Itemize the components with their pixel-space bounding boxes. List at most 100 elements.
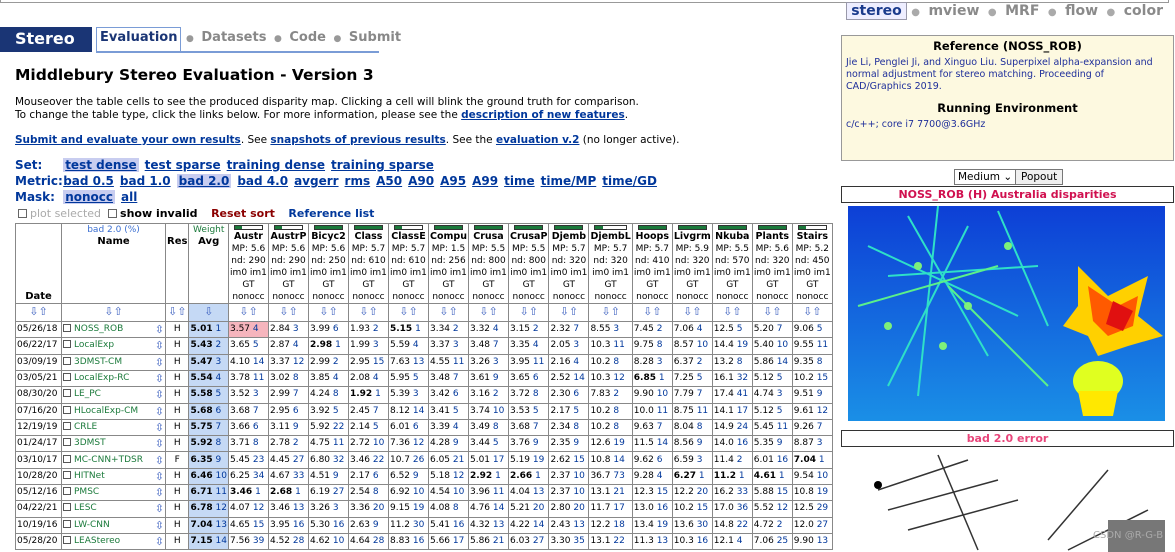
result-cell[interactable]: 3.99 6 bbox=[307, 321, 349, 339]
result-cell[interactable]: 2.99 2 bbox=[307, 353, 349, 371]
result-cell[interactable]: 9.63 7 bbox=[631, 418, 673, 437]
result-cell[interactable]: 3.35 4 bbox=[507, 337, 550, 355]
result-cell[interactable]: 3.46 1 bbox=[227, 484, 269, 502]
row-name[interactable]: HITNet ⇳ bbox=[61, 467, 166, 486]
sort-arrow-icon[interactable]: ⇩⇧ bbox=[671, 302, 713, 323]
col-stairs[interactable]: Stairs MP: 5.2 nd: 450 im0 im1 GT nonocc bbox=[791, 223, 833, 304]
result-cell[interactable]: 7.06 4 bbox=[671, 321, 713, 339]
brand-logo[interactable]: Stereo bbox=[0, 27, 92, 52]
table-row[interactable]: 10/28/20 HITNet ⇳ H 6.46 10 6.25 34 4.67 33 4.5… bbox=[15, 467, 833, 486]
row-name[interactable]: 3DMST ⇳ bbox=[61, 435, 166, 453]
result-cell[interactable]: 2.84 3 bbox=[267, 321, 309, 339]
result-cell[interactable]: 17.0 36 bbox=[711, 500, 753, 518]
result-cell[interactable]: 11.2 1 bbox=[711, 467, 753, 486]
row-checkbox[interactable] bbox=[63, 373, 71, 382]
result-cell[interactable]: 2.35 9 bbox=[548, 435, 590, 453]
tab-datasets[interactable]: Datasets bbox=[198, 30, 269, 45]
result-cell[interactable]: 3.34 2 bbox=[427, 321, 469, 339]
metric-bad10[interactable]: bad 1.0 bbox=[120, 174, 171, 188]
result-cell[interactable]: 2.80 20 bbox=[548, 500, 590, 518]
row-checkbox[interactable] bbox=[63, 454, 71, 463]
result-cell[interactable]: 3.76 9 bbox=[507, 435, 550, 453]
result-cell[interactable]: 3.11 9 bbox=[267, 418, 309, 437]
result-cell[interactable]: 6.03 27 bbox=[507, 532, 550, 551]
result-cell[interactable]: 7.36 12 bbox=[387, 435, 429, 453]
sort-arrow-icon[interactable]: ⇩⇧ bbox=[751, 302, 793, 323]
result-cell[interactable]: 9.55 11 bbox=[791, 337, 833, 355]
result-cell[interactable]: 4.04 13 bbox=[507, 484, 550, 502]
table-row[interactable]: 06/22/17 LocalExp ⇳ H 5.43 2 3.65 5 2.87 4 2.98… bbox=[15, 337, 833, 355]
result-cell[interactable]: 9.90 10 bbox=[631, 386, 673, 404]
row-name[interactable]: 3DMST-CM ⇳ bbox=[61, 353, 166, 371]
result-cell[interactable]: 4.08 8 bbox=[427, 500, 469, 518]
result-cell[interactable]: 6.27 1 bbox=[671, 467, 713, 486]
result-cell[interactable]: 13.4 19 bbox=[631, 516, 673, 534]
metric-rms[interactable]: rms bbox=[345, 174, 371, 188]
result-cell[interactable]: 6.01 6 bbox=[387, 418, 429, 437]
row-checkbox[interactable] bbox=[63, 536, 71, 545]
result-cell[interactable]: 3.53 5 bbox=[507, 402, 550, 420]
result-cell[interactable]: 9.75 8 bbox=[631, 337, 673, 355]
result-cell[interactable]: 5.52 12 bbox=[751, 500, 793, 518]
result-cell[interactable]: 2.37 10 bbox=[548, 484, 590, 502]
col-djembl[interactable]: DjembL MP: 5.7 nd: 320 im0 im1 GT nonocc bbox=[588, 223, 633, 304]
result-cell[interactable]: 5.01 17 bbox=[467, 451, 509, 469]
result-cell[interactable]: 6.01 16 bbox=[751, 451, 793, 469]
result-cell[interactable]: 4.65 15 bbox=[227, 516, 269, 534]
result-cell[interactable]: 3.32 4 bbox=[467, 321, 509, 339]
table-row[interactable]: 08/30/20 LE_PC ⇳ H 5.58 5 3.52 3 2.99 7 4.24 81… bbox=[15, 386, 833, 404]
result-cell[interactable]: 11.7 17 bbox=[588, 500, 633, 518]
result-cell[interactable]: 3.92 5 bbox=[307, 402, 349, 420]
result-cell[interactable]: 5.15 1 bbox=[387, 321, 429, 339]
compare-icon[interactable]: ⇳ bbox=[155, 355, 164, 370]
result-cell[interactable]: 3.72 8 bbox=[507, 386, 550, 404]
result-cell[interactable]: 6.80 32 bbox=[307, 451, 349, 469]
result-cell[interactable]: 3.74 10 bbox=[467, 402, 509, 420]
result-cell[interactable]: 3.65 6 bbox=[507, 369, 550, 388]
result-cell[interactable]: 10.0 11 bbox=[631, 402, 673, 420]
result-cell[interactable]: 3.49 8 bbox=[467, 418, 509, 437]
col-djemb[interactable]: Djemb MP: 5.7 nd: 320 im0 im1 GT nonocc bbox=[548, 223, 590, 304]
result-cell[interactable]: 16.1 32 bbox=[711, 369, 753, 388]
result-cell[interactable]: 6.25 34 bbox=[227, 467, 269, 486]
result-cell[interactable]: 3.46 13 bbox=[267, 500, 309, 518]
sort-arrow-icon[interactable]: ⇩⇧ bbox=[507, 302, 550, 323]
sort-arrow-icon[interactable]: ⇩⇧ bbox=[427, 302, 469, 323]
result-cell[interactable]: 3.68 7 bbox=[507, 418, 550, 437]
result-cell[interactable]: 10.2 8 bbox=[588, 418, 633, 437]
topnav-color[interactable]: color bbox=[1120, 3, 1167, 19]
sort-arrow-icon[interactable]: ⇩⇧ bbox=[631, 302, 673, 323]
row-name[interactable]: MC-CNN+TDSR ⇳ bbox=[61, 451, 166, 469]
result-cell[interactable]: 5.45 11 bbox=[751, 418, 793, 437]
result-cell[interactable]: 5.39 3 bbox=[387, 386, 429, 404]
result-cell[interactable]: 3.85 4 bbox=[307, 369, 349, 388]
result-cell[interactable]: 8.75 11 bbox=[671, 402, 713, 420]
col-plants[interactable]: Plants MP: 5.6 nd: 320 im0 im1 GT nonocc bbox=[751, 223, 793, 304]
sort-arrow-icon[interactable]: ⇩⇧ bbox=[711, 302, 753, 323]
result-cell[interactable]: 5.30 16 bbox=[307, 516, 349, 534]
col-austrp[interactable]: AustrP MP: 5.6 nd: 290 im0 im1 GT nonocc bbox=[267, 223, 309, 304]
result-cell[interactable]: 4.07 12 bbox=[227, 500, 269, 518]
result-cell[interactable]: 16.2 33 bbox=[711, 484, 753, 502]
row-checkbox[interactable] bbox=[63, 487, 71, 496]
set-test-dense[interactable]: test dense bbox=[63, 158, 139, 172]
result-cell[interactable]: 6.92 10 bbox=[387, 484, 429, 502]
table-row[interactable]: 05/28/20 LEAStereo ⇳ H 7.15 14 7.56 39 4.52 28… bbox=[15, 532, 833, 551]
col-crusap[interactable]: CrusaP MP: 5.5 nd: 800 im0 im1 GT nonocc bbox=[507, 223, 550, 304]
result-cell[interactable]: 6.59 3 bbox=[671, 451, 713, 469]
row-name[interactable]: HLocalExp-CM ⇳ bbox=[61, 402, 166, 420]
col-res[interactable]: Res bbox=[164, 223, 190, 304]
result-cell[interactable]: 1.92 1 bbox=[347, 386, 389, 404]
result-cell[interactable]: 9.06 5 bbox=[791, 321, 833, 339]
result-cell[interactable]: 3.30 35 bbox=[548, 532, 590, 551]
row-name[interactable]: LESC ⇳ bbox=[61, 500, 166, 518]
result-cell[interactable]: 3.26 3 bbox=[467, 353, 509, 371]
sort-arrow-icon[interactable]: ⇩⇧ bbox=[467, 302, 509, 323]
row-name[interactable]: LE_PC ⇳ bbox=[61, 386, 166, 404]
result-cell[interactable]: 9.62 6 bbox=[631, 451, 673, 469]
result-cell[interactable]: 6.19 27 bbox=[307, 484, 349, 502]
result-cell[interactable]: 9.61 12 bbox=[791, 402, 833, 420]
sort-arrow-icon[interactable]: ⇩⇧ bbox=[387, 302, 429, 323]
result-cell[interactable]: 13.2 8 bbox=[711, 353, 753, 371]
result-cell[interactable]: 5.35 9 bbox=[751, 435, 793, 453]
